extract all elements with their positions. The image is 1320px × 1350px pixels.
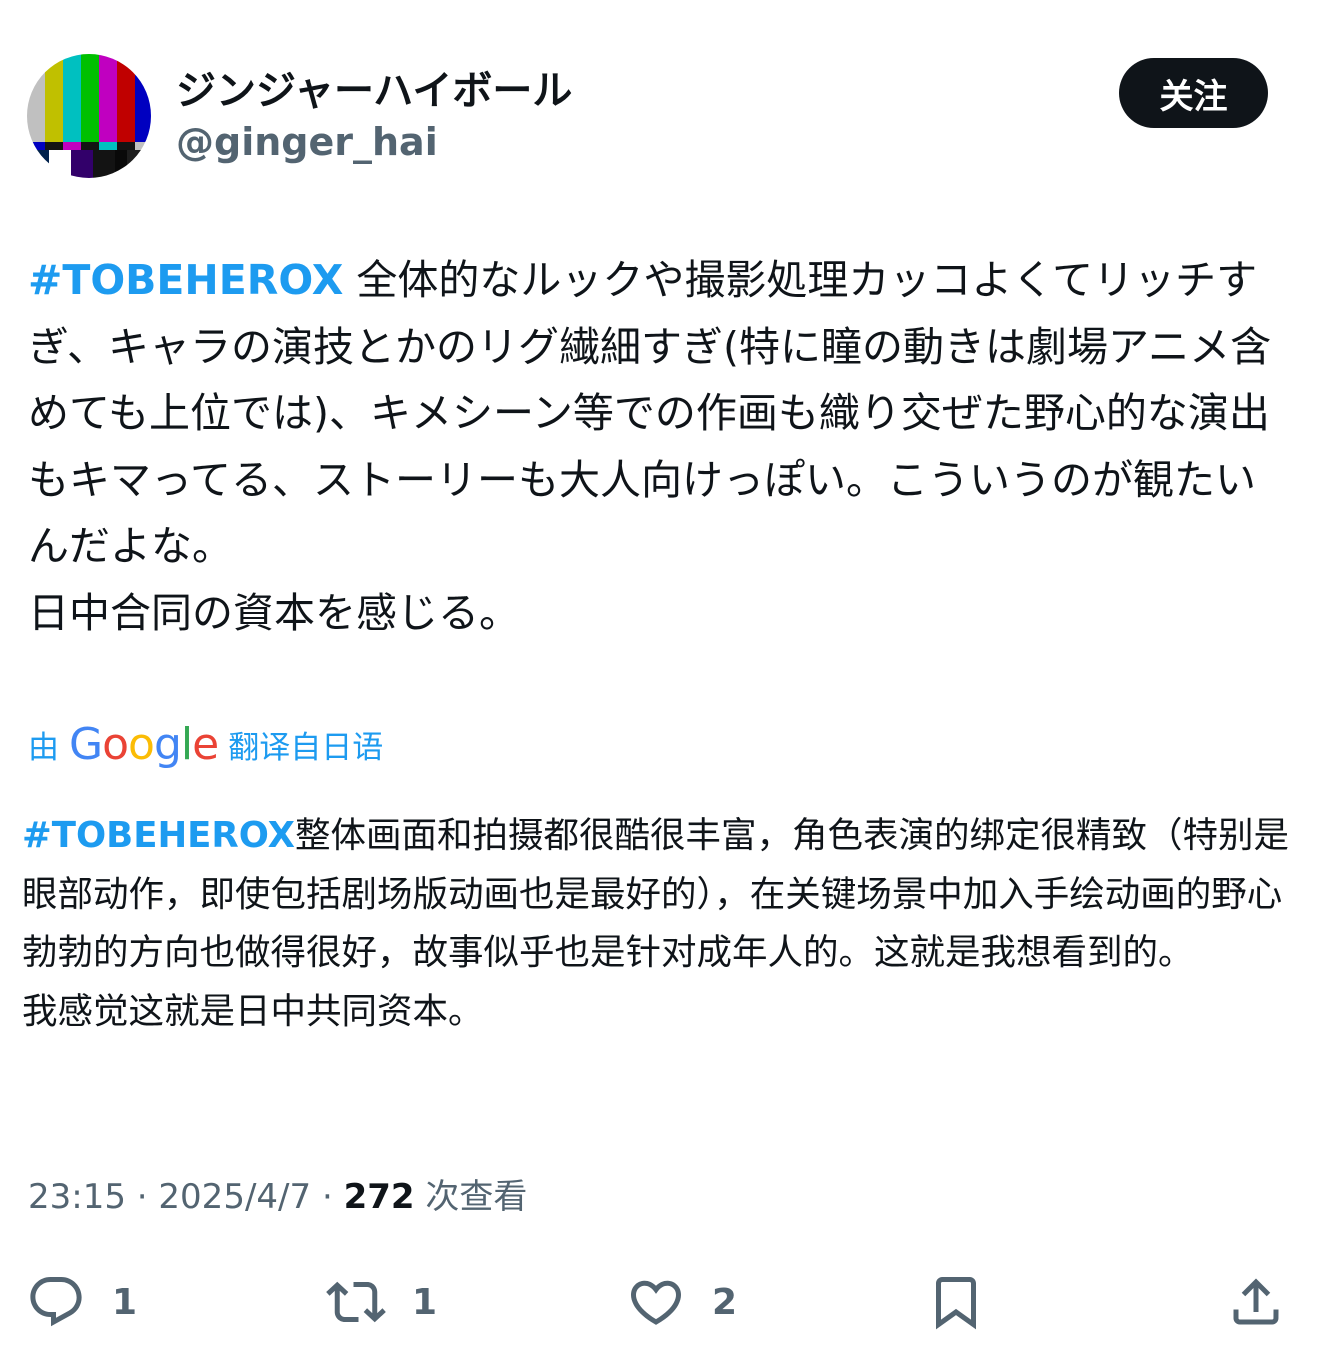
- hashtag-link[interactable]: #TOBEHEROX: [22, 815, 295, 856]
- display-name[interactable]: ジンジャーハイボール: [176, 64, 572, 118]
- avatar[interactable]: [27, 54, 151, 178]
- reply-icon: [30, 1277, 82, 1327]
- tweet-meta: 23:15 · 2025/4/7 · 272 次查看: [28, 1170, 527, 1224]
- retweet-count: 1: [412, 1281, 438, 1323]
- user-handle[interactable]: @ginger_hai: [176, 116, 438, 168]
- translated-body-line: 我感觉这就是日中共同资本。: [22, 990, 484, 1032]
- translation-attribution[interactable]: 由 Google 翻译自日语: [28, 714, 383, 774]
- bookmark-icon: [936, 1277, 976, 1330]
- reply-button[interactable]: 1: [26, 1262, 137, 1342]
- tweet-paragraph: #TOBEHEROX 全体的なルックや撮影処理カッコよくてリッチすぎ、キャラの演…: [28, 247, 1290, 580]
- meta-separator: ·: [136, 1177, 148, 1217]
- retweet-icon: [326, 1281, 386, 1323]
- like-count: 2: [712, 1281, 738, 1323]
- follow-button[interactable]: 关注: [1119, 58, 1268, 128]
- tweet-date[interactable]: 2025/4/7: [158, 1177, 311, 1217]
- bookmark-button[interactable]: [926, 1262, 986, 1342]
- heart-icon: [630, 1280, 682, 1325]
- translation-suffix: 翻译自日语: [228, 729, 384, 766]
- views-label: 次查看: [425, 1177, 528, 1217]
- share-button[interactable]: [1226, 1262, 1286, 1342]
- tweet-body-line: 日中合同の資本を感じる。: [28, 588, 520, 637]
- retweet-button[interactable]: 1: [326, 1262, 437, 1342]
- share-icon: [1233, 1278, 1279, 1325]
- reply-count: 1: [112, 1281, 138, 1323]
- hashtag-link[interactable]: #TOBEHEROX: [28, 256, 343, 304]
- tweet-text: #TOBEHEROX 全体的なルックや撮影処理カッコよくてリッチすぎ、キャラの演…: [28, 247, 1290, 646]
- translated-paragraph: #TOBEHEROX整体画面和拍摄都很酷很丰富，角色表演的绑定很精致（特别是眼部…: [22, 807, 1292, 983]
- translation-prefix: 由: [28, 729, 59, 766]
- test-pattern-icon: [27, 54, 151, 178]
- like-button[interactable]: 2: [626, 1262, 737, 1342]
- meta-separator: ·: [321, 1177, 333, 1217]
- translated-text: #TOBEHEROX整体画面和拍摄都很酷很丰富，角色表演的绑定很精致（特别是眼部…: [22, 807, 1292, 1041]
- tweet-time[interactable]: 23:15: [28, 1177, 126, 1217]
- google-logo: Google: [69, 718, 219, 770]
- action-bar: 1 1 2: [0, 1262, 1320, 1342]
- views-count: 272: [343, 1177, 415, 1217]
